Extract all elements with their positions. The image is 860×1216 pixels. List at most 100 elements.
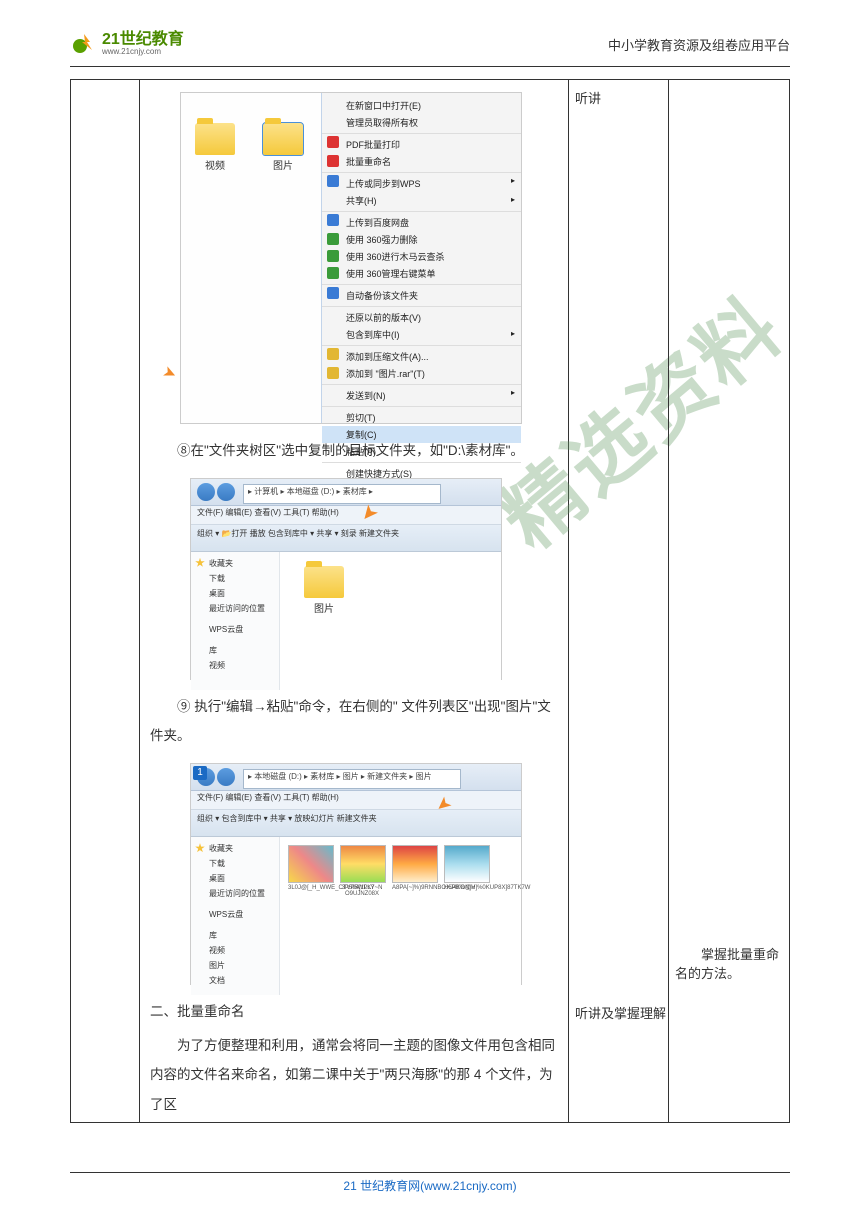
column-3-student: 听讲 听讲及掌握理解: [569, 80, 669, 1122]
rename-icon: [327, 155, 339, 167]
sidebar-item[interactable]: WPS云盘: [195, 622, 275, 637]
menu-bar[interactable]: 文件(F) 编辑(E) 查看(V) 工具(T) 帮助(H): [191, 506, 501, 525]
address-bar[interactable]: ▸ 本地磁盘 (D:) ▸ 素材库 ▸ 图片 ▸ 新建文件夹 ▸ 图片: [243, 769, 461, 789]
forward-button[interactable]: [217, 768, 235, 786]
menu-item[interactable]: 粘贴(P): [322, 443, 521, 460]
sidebar-item[interactable]: 视频: [195, 943, 275, 958]
360-icon: [327, 250, 339, 262]
toolbar[interactable]: 组织 ▾ 包含到库中 ▾ 共享 ▾ 放映幻灯片 新建文件夹: [191, 810, 521, 837]
sidebar-item[interactable]: 文档: [195, 973, 275, 988]
logo-icon: [70, 30, 98, 58]
sidebar-item[interactable]: 视频: [195, 658, 275, 673]
sidebar-favorites[interactable]: 收藏夹: [195, 841, 275, 856]
logo-title: 21世纪教育: [102, 32, 184, 48]
menu-item[interactable]: 使用 360管理右键菜单: [322, 265, 521, 282]
submenu-arrow-icon: ▸: [511, 176, 515, 185]
menu-item[interactable]: 上传到百度网盘: [322, 211, 521, 231]
sidebar-favorites[interactable]: 收藏夹: [195, 556, 275, 571]
column-2-main: 精选资料 尽在此 1 视频 图片 在新窗口中打开(E) 管理: [140, 80, 569, 1122]
backup-icon: [327, 287, 339, 299]
menu-item[interactable]: 使用 360强力删除: [322, 231, 521, 248]
360-icon: [327, 233, 339, 245]
rar-icon: [327, 367, 339, 379]
sidebar-item[interactable]: 库: [195, 928, 275, 943]
thumbnail[interactable]: 3P594]1LK7~N O9UJNZ08X: [340, 845, 384, 897]
sidebar-item[interactable]: WPS云盘: [195, 907, 275, 922]
pdf-icon: [327, 136, 339, 148]
star-icon: [195, 843, 205, 853]
submenu-arrow-icon: ▸: [511, 195, 515, 204]
menu-bar[interactable]: 文件(F) 编辑(E) 查看(V) 工具(T) 帮助(H): [191, 791, 521, 810]
sidebar: 收藏夹 下载 桌面 最近访问的位置 WPS云盘 库 视频 图片 文档: [191, 837, 280, 995]
thumb-image: [340, 845, 386, 883]
sidebar-item[interactable]: 下载: [195, 856, 275, 871]
address-bar[interactable]: ▸ 计算机 ▸ 本地磁盘 (D:) ▸ 素材库 ▸: [243, 484, 441, 504]
file-area: 3L0J@[_H_WWE_CTVP5WPLY 3P594]1LK7~N O9UJ…: [280, 837, 521, 995]
menu-item[interactable]: 添加到 "图片.rar"(T): [322, 365, 521, 382]
column-4-goal: 掌握批量重命名的方法。: [669, 80, 789, 1122]
folder-label: 图片: [273, 161, 293, 172]
sidebar: 收藏夹 下载 桌面 最近访问的位置 WPS云盘 库 视频: [191, 552, 280, 690]
thumbnail[interactable]: H6PB%@H]%0KUP8X]87TK7W: [444, 845, 488, 897]
menu-item[interactable]: 管理员取得所有权: [322, 114, 521, 131]
menu-item[interactable]: 发送到(N)▸: [322, 384, 521, 404]
footer-rule: [70, 1172, 790, 1173]
folder-video[interactable]: 视频: [191, 123, 239, 172]
menu-item[interactable]: 剪切(T): [322, 406, 521, 426]
folder-icon: [263, 123, 303, 155]
context-menu: 在新窗口中打开(E) 管理员取得所有权 PDF批量打印 批量重命名 上传或同步到…: [321, 93, 521, 423]
folder-pics[interactable]: 图片: [300, 566, 348, 615]
baidu-icon: [327, 214, 339, 226]
page-footer: 21 世纪教育网(www.21cnjy.com): [0, 1172, 860, 1194]
explorer-titlebar: ▸ 计算机 ▸ 本地磁盘 (D:) ▸ 素材库 ▸ ➤: [191, 479, 501, 506]
back-button[interactable]: [197, 483, 215, 501]
folder-icon: [304, 566, 344, 598]
menu-item[interactable]: 批量重命名: [322, 153, 521, 170]
menu-item[interactable]: 包含到库中(I)▸: [322, 326, 521, 343]
screenshot-explorer-result: 1 ▸ 本地磁盘 (D:) ▸ 素材库 ▸ 图片 ▸ 新建文件夹 ▸ 图片 ➤ …: [190, 763, 522, 985]
folder-pics[interactable]: 图片: [259, 123, 307, 172]
cloud-icon: [327, 175, 339, 187]
toolbar[interactable]: 组织 ▾ 📂打开 播放 包含到库中 ▾ 共享 ▾ 刻录 新建文件夹: [191, 525, 501, 552]
menu-item[interactable]: 自动备份该文件夹: [322, 284, 521, 304]
sidebar-item[interactable]: 库: [195, 643, 275, 658]
sidebar-item[interactable]: 桌面: [195, 871, 275, 886]
footer-text: 21 世纪教育网: [343, 1179, 420, 1193]
header-rule: [70, 66, 790, 67]
logo: 21世纪教育 www.21cnjy.com: [70, 30, 184, 58]
sidebar-item[interactable]: 图片: [195, 958, 275, 973]
header-right-text: 中小学教育资源及组卷应用平台: [608, 35, 790, 54]
page-header: 21世纪教育 www.21cnjy.com 中小学教育资源及组卷应用平台: [70, 30, 790, 58]
menu-item[interactable]: 使用 360进行木马云查杀: [322, 248, 521, 265]
forward-button[interactable]: [217, 483, 235, 501]
thumb-image: [288, 845, 334, 883]
submenu-arrow-icon: ▸: [511, 329, 515, 338]
rar-icon: [327, 348, 339, 360]
column-1: [71, 80, 140, 1122]
folder-label: 视频: [205, 161, 225, 172]
menu-item[interactable]: 还原以前的版本(V): [322, 306, 521, 326]
360-icon: [327, 267, 339, 279]
menu-item[interactable]: 上传或同步到WPS▸: [322, 172, 521, 192]
thumb-image: [444, 845, 490, 883]
heading-section-2: 二、批量重命名: [150, 997, 558, 1027]
folder-label: 图片: [314, 604, 334, 615]
menu-item-copy[interactable]: 复制(C): [322, 426, 521, 443]
screenshot-explorer-target: ▸ 计算机 ▸ 本地磁盘 (D:) ▸ 素材库 ▸ ➤ 文件(F) 编辑(E) …: [190, 478, 502, 680]
menu-item[interactable]: 在新窗口中打开(E): [322, 97, 521, 114]
logo-subtitle: www.21cnjy.com: [102, 48, 184, 56]
sidebar-item[interactable]: 最近访问的位置: [195, 886, 275, 901]
thumbnail[interactable]: 3L0J@[_H_WWE_CTVP5WPLY: [288, 845, 332, 897]
file-area: 图片: [280, 552, 501, 690]
menu-item[interactable]: 添加到压缩文件(A)...: [322, 345, 521, 365]
sidebar-item[interactable]: 最近访问的位置: [195, 601, 275, 616]
sidebar-item[interactable]: 下载: [195, 571, 275, 586]
content-table: 精选资料 尽在此 1 视频 图片 在新窗口中打开(E) 管理: [70, 79, 790, 1123]
screenshot-context-menu: 1 视频 图片 在新窗口中打开(E) 管理员取得所有权 PDF批量打印 批量重: [180, 92, 522, 424]
page: 21世纪教育 www.21cnjy.com 中小学教育资源及组卷应用平台 精选资…: [0, 0, 860, 1216]
menu-item[interactable]: 共享(H)▸: [322, 192, 521, 209]
thumb-image: [392, 845, 438, 883]
thumbnail[interactable]: A8PA[~]%)9RNNBOXJ4KON]V: [392, 845, 436, 897]
sidebar-item[interactable]: 桌面: [195, 586, 275, 601]
menu-item[interactable]: PDF批量打印: [322, 133, 521, 153]
